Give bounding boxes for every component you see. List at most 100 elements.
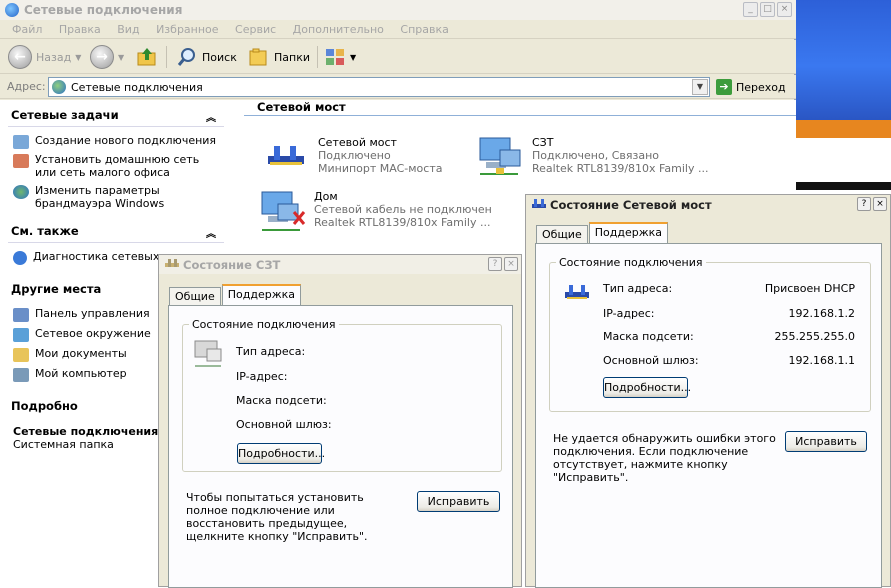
place-my-documents[interactable]: Мои документы <box>13 347 127 362</box>
folders-label: Папки <box>274 50 310 64</box>
tab-general[interactable]: Общие <box>536 225 588 243</box>
network-bridge-icon <box>264 136 310 174</box>
place-control-panel[interactable]: Панель управления <box>13 307 150 322</box>
tab-general[interactable]: Общие <box>169 287 221 305</box>
connection-device: Realtek RTL8139/810x Family ... <box>314 216 491 229</box>
address-value: Сетевые подключения <box>71 81 203 94</box>
globe-icon <box>5 3 19 17</box>
lan-connection-icon <box>194 340 222 367</box>
views-icon <box>326 49 344 65</box>
forward-dropdown-icon: ▼ <box>118 52 125 62</box>
place-network-neighborhood[interactable]: Сетевое окружение <box>13 327 151 342</box>
connection-name: СЗТ <box>532 136 554 149</box>
menu-file[interactable]: Файл <box>12 23 42 36</box>
go-button[interactable]: ➔ Переход <box>716 77 786 97</box>
back-button[interactable]: ← Назад ▼ <box>8 45 81 69</box>
group-legend: Состояние подключения <box>556 256 706 269</box>
dialog-titlebar[interactable]: Состояние Сетевой мост ? × <box>526 195 890 214</box>
bridge-status-dialog: Состояние Сетевой мост ? × Общие Поддерж… <box>525 194 891 588</box>
menu-advanced[interactable]: Дополнительно <box>293 23 384 36</box>
menu-help[interactable]: Справка <box>400 23 448 36</box>
dialog-title: Состояние СЗТ <box>183 258 281 272</box>
network-neighborhood-icon <box>13 328 29 342</box>
address-dropdown-icon[interactable]: ▼ <box>692 79 708 95</box>
connection-name: Сетевой мост <box>318 136 397 149</box>
default-gateway-label: Основной шлюз: <box>236 418 332 431</box>
my-documents-icon <box>13 348 29 362</box>
up-folder-button[interactable] <box>136 45 158 69</box>
connection-szt[interactable]: СЗТ Подключено, Связано Realtek RTL8139/… <box>478 136 708 175</box>
group-header: Сетевой мост <box>257 100 346 114</box>
address-input[interactable]: Сетевые подключения ▼ <box>48 77 710 97</box>
address-type-label: Тип адреса: <box>603 282 673 295</box>
other-places-title[interactable]: Другие места <box>11 282 101 296</box>
up-folder-icon <box>137 48 156 66</box>
szt-status-dialog: Состояние СЗТ ? × Общие Поддержка Состоя… <box>158 254 522 588</box>
collapse-chevron-icon[interactable]: ︽ <box>206 109 216 124</box>
my-computer-icon <box>13 368 29 382</box>
details-type: Системная папка <box>13 438 114 451</box>
network-bridge-icon <box>565 285 589 299</box>
see-also-title[interactable]: См. также <box>11 224 79 238</box>
ip-address-label: IP-адрес: <box>236 370 288 383</box>
network-globe-icon <box>52 80 66 94</box>
connection-home[interactable]: Дом Сетевой кабель не подключен Realtek … <box>260 190 492 231</box>
tab-support[interactable]: Поддержка <box>221 284 301 305</box>
menu-edit[interactable]: Правка <box>59 23 101 36</box>
info-icon <box>13 251 27 265</box>
details-button[interactable]: Подробности... <box>603 377 691 398</box>
tab-support[interactable]: Поддержка <box>588 222 668 243</box>
menu-favorites[interactable]: Избранное <box>156 23 218 36</box>
task-home-network[interactable]: Установить домашнюю сеть или сеть малого… <box>13 153 213 179</box>
collapse-chevron-icon[interactable]: ︽ <box>206 225 216 240</box>
forward-button[interactable]: → ▼ <box>90 45 124 69</box>
search-label: Поиск <box>202 50 237 64</box>
search-button[interactable]: Поиск <box>176 45 237 69</box>
go-arrow-icon: ➔ <box>716 79 732 95</box>
close-button[interactable]: × <box>504 257 518 271</box>
task-firewall[interactable]: Изменить параметры брандмауэра Windows <box>13 184 219 210</box>
details-title[interactable]: Подробно <box>11 399 78 413</box>
task-create-connection-label: Создание нового подключения <box>35 134 217 147</box>
group-legend: Состояние подключения <box>189 318 339 331</box>
task-home-network-label: Установить домашнюю сеть или сеть малого… <box>35 153 200 179</box>
repair-button[interactable]: Исправить <box>417 491 500 512</box>
maximize-button[interactable]: □ <box>760 2 775 17</box>
details-name: Сетевые подключения <box>13 425 159 438</box>
repair-button[interactable]: Исправить <box>785 431 867 452</box>
place-my-computer[interactable]: Мой компьютер <box>13 367 127 382</box>
place-my-computer-label: Мой компьютер <box>35 367 127 380</box>
place-network-neighborhood-label: Сетевое окружение <box>35 327 151 340</box>
folders-button[interactable]: Папки <box>248 45 310 69</box>
support-tab-panel: Состояние подключения Тип адреса: Присво… <box>535 243 882 588</box>
minimize-button[interactable]: _ <box>743 2 758 17</box>
firewall-icon <box>13 185 29 199</box>
go-label: Переход <box>736 80 786 94</box>
help-button[interactable]: ? <box>857 197 871 211</box>
menu-bar: Файл Правка Вид Избранное Сервис Дополни… <box>0 20 796 39</box>
address-label: Адрес: <box>7 80 46 93</box>
see-also-diagnostics[interactable]: Диагностика сетевых не <box>13 250 177 265</box>
views-button[interactable]: ▼ <box>324 45 356 69</box>
menu-tools[interactable]: Сервис <box>235 23 276 36</box>
subnet-mask-value: 255.255.255.0 <box>774 330 855 343</box>
connection-status-group: Состояние подключения Тип адреса: IP-адр… <box>182 318 502 472</box>
connection-device: Realtek RTL8139/810x Family ... <box>532 162 709 175</box>
subnet-mask-label: Маска подсети: <box>236 394 327 407</box>
address-bar: Адрес: Сетевые подключения ▼ ➔ Переход <box>0 75 796 99</box>
network-tasks-title[interactable]: Сетевые задачи <box>11 108 119 122</box>
default-gateway-label: Основной шлюз: <box>603 354 699 367</box>
desktop-background <box>795 0 891 120</box>
see-also-diagnostics-label: Диагностика сетевых не <box>33 250 177 263</box>
menu-view[interactable]: Вид <box>117 23 139 36</box>
connection-network-bridge[interactable]: Сетевой мост Подключено Минипорт MAC-мос… <box>264 136 443 175</box>
home-network-icon <box>13 154 29 168</box>
support-tab-panel: Состояние подключения Тип адреса: IP-адр… <box>168 305 513 588</box>
details-button[interactable]: Подробности... <box>237 443 325 464</box>
close-button[interactable]: × <box>777 2 792 17</box>
task-create-connection[interactable]: Создание нового подключения <box>13 134 216 149</box>
close-button[interactable]: × <box>873 197 887 211</box>
window-titlebar[interactable]: Сетевые подключения _ □ × <box>0 0 796 20</box>
dialog-titlebar[interactable]: Состояние СЗТ ? × <box>159 255 521 274</box>
help-button[interactable]: ? <box>488 257 502 271</box>
